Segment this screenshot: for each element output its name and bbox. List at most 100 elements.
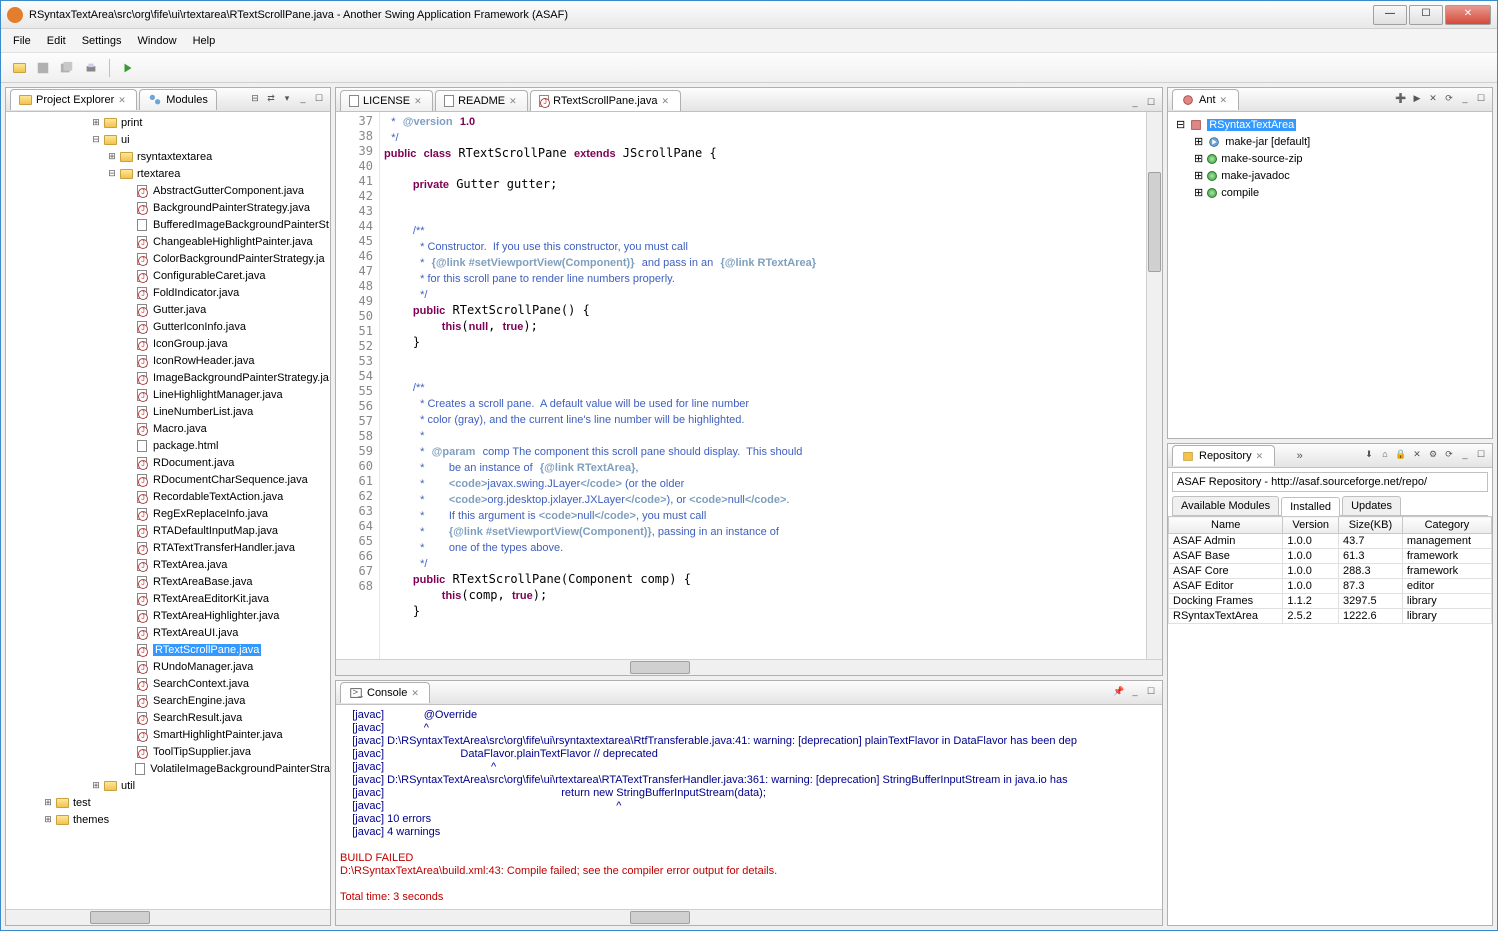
refresh-button[interactable]: ⟳ (1442, 449, 1456, 463)
repo-modules-table[interactable]: NameVersionSize(KB)CategoryASAF Admin1.0… (1168, 516, 1492, 925)
expander-icon[interactable]: ⊞ (1194, 169, 1203, 182)
tab-readme[interactable]: README✕ (435, 90, 528, 111)
run-button[interactable] (118, 58, 138, 78)
tree-file[interactable]: Gutter.java (6, 301, 330, 318)
tree-file[interactable]: IconGroup.java (6, 335, 330, 352)
remove-button[interactable]: ✕ (1410, 449, 1424, 463)
tree-file[interactable]: RTextAreaUI.java (6, 624, 330, 641)
ant-target[interactable]: ⊞make-source-zip (1172, 150, 1488, 167)
minimize-button[interactable]: _ (1128, 686, 1142, 700)
tree-file[interactable]: BufferedImageBackgroundPainterSt (6, 216, 330, 233)
maximize-button[interactable]: ☐ (1474, 93, 1488, 107)
view-menu-button[interactable]: ▾ (280, 93, 294, 107)
ant-target[interactable]: ⊞compile (1172, 184, 1488, 201)
tree-file[interactable]: RTextAreaBase.java (6, 573, 330, 590)
maximize-button[interactable]: ☐ (1144, 97, 1158, 111)
expander-icon[interactable]: ⊞ (1194, 186, 1203, 199)
tree-file[interactable]: SmartHighlightPainter.java (6, 726, 330, 743)
tree-file[interactable]: LineNumberList.java (6, 403, 330, 420)
tree-file[interactable]: RTADefaultInputMap.java (6, 522, 330, 539)
maximize-button[interactable]: ☐ (1409, 5, 1443, 25)
tree-file[interactable]: GutterIconInfo.java (6, 318, 330, 335)
code-editor[interactable]: * @version 1.0 */ public class RTextScro… (380, 112, 1146, 659)
close-icon[interactable]: ✕ (509, 96, 519, 106)
tree-folder[interactable]: ⊞test (6, 794, 330, 811)
minimize-button[interactable]: — (1373, 5, 1407, 25)
save-button[interactable] (33, 58, 53, 78)
horizontal-scrollbar[interactable] (336, 659, 1162, 675)
minimize-button[interactable]: _ (296, 93, 310, 107)
maximize-button[interactable]: ☐ (312, 93, 326, 107)
tree-file[interactable]: package.html (6, 437, 330, 454)
save-all-button[interactable] (57, 58, 77, 78)
repo-tab-available-modules[interactable]: Available Modules (1172, 496, 1279, 515)
pin-button[interactable]: 📌 (1112, 686, 1126, 700)
tree-folder[interactable]: ⊞print (6, 114, 330, 131)
tab-ant[interactable]: Ant ✕ (1172, 89, 1239, 110)
column-header[interactable]: Size(KB) (1339, 517, 1403, 534)
table-row[interactable]: Docking Frames1.1.23297.5library (1169, 594, 1492, 609)
menu-help[interactable]: Help (185, 32, 224, 50)
expander-icon[interactable]: ⊞ (42, 814, 54, 825)
tree-folder[interactable]: ⊟ui (6, 131, 330, 148)
tree-file[interactable]: SearchEngine.java (6, 692, 330, 709)
tree-file[interactable]: BackgroundPainterStrategy.java (6, 199, 330, 216)
ant-targets-tree[interactable]: ⊟ RSyntaxTextArea ⊞make-jar [default]⊞ma… (1168, 112, 1492, 438)
tree-folder[interactable]: ⊞rsyntaxtextarea (6, 148, 330, 165)
column-header[interactable]: Name (1169, 517, 1283, 534)
close-button[interactable]: ✕ (1445, 5, 1491, 25)
tree-file[interactable]: SearchResult.java (6, 709, 330, 726)
home-button[interactable]: ⌂ (1378, 449, 1392, 463)
tree-file[interactable]: IconRowHeader.java (6, 352, 330, 369)
tree-file[interactable]: RDocument.java (6, 454, 330, 471)
vertical-scrollbar[interactable] (1146, 112, 1162, 659)
menu-edit[interactable]: Edit (39, 32, 74, 50)
download-button[interactable]: ⬇ (1362, 449, 1376, 463)
menu-settings[interactable]: Settings (74, 32, 130, 50)
table-row[interactable]: ASAF Admin1.0.043.7management (1169, 534, 1492, 549)
close-icon[interactable]: ✕ (1256, 451, 1266, 461)
horizontal-scrollbar[interactable] (336, 909, 1162, 925)
close-icon[interactable]: ✕ (1220, 95, 1230, 105)
tree-file[interactable]: ColorBackgroundPainterStrategy.ja (6, 250, 330, 267)
lock-button[interactable]: 🔒 (1394, 449, 1408, 463)
collapse-all-button[interactable]: ⊟ (248, 93, 262, 107)
ant-target[interactable]: ⊞make-jar [default] (1172, 133, 1488, 150)
tab-rtextscrollpane[interactable]: RTextScrollPane.java✕ (530, 90, 680, 111)
close-icon[interactable]: ✕ (118, 95, 128, 105)
tree-file[interactable]: VolatileImageBackgroundPainterStra (6, 760, 330, 777)
tab-console[interactable]: >_ Console ✕ (340, 682, 430, 703)
expander-icon[interactable]: ⊞ (90, 780, 102, 791)
run-target-button[interactable]: ▶ (1410, 93, 1424, 107)
table-row[interactable]: ASAF Core1.0.0288.3framework (1169, 564, 1492, 579)
tree-file[interactable]: AbstractGutterComponent.java (6, 182, 330, 199)
column-header[interactable]: Version (1283, 517, 1339, 534)
menu-window[interactable]: Window (129, 32, 184, 50)
expander-icon[interactable]: ⊞ (1194, 152, 1203, 165)
minimize-button[interactable]: _ (1128, 97, 1142, 111)
menu-file[interactable]: File (5, 32, 39, 50)
tree-file[interactable]: Macro.java (6, 420, 330, 437)
horizontal-scrollbar[interactable] (6, 909, 330, 925)
tree-file[interactable]: ConfigurableCaret.java (6, 267, 330, 284)
tree-file[interactable]: RegExReplaceInfo.java (6, 505, 330, 522)
minimize-button[interactable]: _ (1458, 449, 1472, 463)
tree-file[interactable]: RDocumentCharSequence.java (6, 471, 330, 488)
tree-file[interactable]: FoldIndicator.java (6, 284, 330, 301)
tree-file-selected[interactable]: RTextScrollPane.java (6, 641, 330, 658)
tree-folder[interactable]: ⊞util (6, 777, 330, 794)
settings-button[interactable]: ⚙ (1426, 449, 1440, 463)
tree-file[interactable]: RUndoManager.java (6, 658, 330, 675)
expander-icon[interactable]: ⊞ (106, 151, 118, 162)
tree-file[interactable]: ChangeableHighlightPainter.java (6, 233, 330, 250)
print-button[interactable] (81, 58, 101, 78)
expander-icon[interactable]: ⊞ (90, 117, 102, 128)
tab-license[interactable]: LICENSE✕ (340, 90, 433, 111)
tree-file[interactable]: ToolTipSupplier.java (6, 743, 330, 760)
tree-file[interactable]: RTATextTransferHandler.java (6, 539, 330, 556)
repo-tab-updates[interactable]: Updates (1342, 496, 1401, 515)
maximize-button[interactable]: ☐ (1144, 686, 1158, 700)
tab-project-explorer[interactable]: Project Explorer ✕ (10, 89, 137, 110)
tree-file[interactable]: LineHighlightManager.java (6, 386, 330, 403)
expander-icon[interactable]: ⊞ (42, 797, 54, 808)
